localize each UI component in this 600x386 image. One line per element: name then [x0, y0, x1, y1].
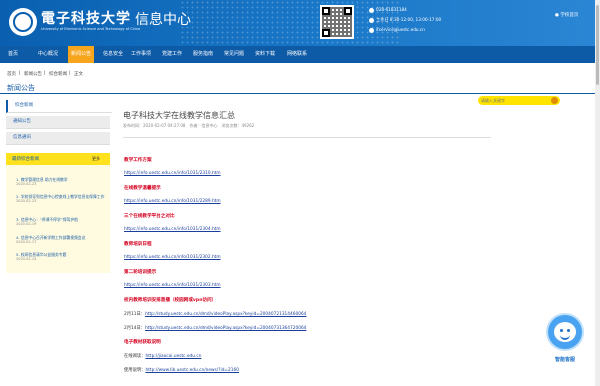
- contact-phone: 028-61831184: [369, 7, 407, 13]
- section-heading: 第二轮培训提示: [124, 270, 157, 275]
- schedule-row: 2月14日：http://study.uestc.edu.cn/dmd/vide…: [124, 326, 307, 331]
- schedule-row: 2月11日：http://study.uestc.edu.cn/dmd/vide…: [124, 312, 307, 317]
- article-divider: [123, 137, 491, 138]
- sidebar-tab-general-news[interactable]: 综合新闻: [6, 100, 112, 113]
- section-heading: 教师培训日程: [124, 242, 152, 247]
- breadcrumb: 首页 | 新闻公告 | 综合新闻 | 正文: [7, 71, 83, 77]
- nav-item-security[interactable]: 信息安全: [103, 46, 123, 63]
- article-link[interactable]: https://info.uestc.edu.cn/info/1031/2289…: [124, 199, 221, 204]
- section-heading: 在线教学温馨提示: [124, 186, 161, 191]
- nav-item-party[interactable]: 党建工作: [162, 46, 182, 63]
- university-logo-icon[interactable]: [9, 8, 37, 36]
- nav-item-contact[interactable]: 网络联系: [287, 46, 307, 63]
- smart-service-icon[interactable]: [545, 315, 585, 355]
- phone-icon: [369, 7, 374, 13]
- mail-icon: [369, 27, 374, 33]
- scrollbar[interactable]: [595, 0, 600, 386]
- breadcrumb-current: 正文: [74, 72, 83, 77]
- university-name: 電子科技大学: [41, 11, 131, 27]
- section-heading: 教学工作方案: [124, 158, 152, 163]
- title-divider: [0, 93, 600, 94]
- video-link[interactable]: http://study.uestc.edu.cn/dmd/videoPlay.…: [145, 326, 306, 331]
- article-link[interactable]: https://info.uestc.edu.cn/info/1031/2310…: [124, 171, 221, 176]
- page: 電子科技大学 University of Electronic Science …: [0, 0, 600, 386]
- contact-hours: 工作日 8:30-12:00, 13:00-17:00: [369, 17, 441, 23]
- nav-item-downloads[interactable]: 资料下载: [255, 46, 275, 63]
- section-heading: 三个在线教学平台之对比: [124, 214, 175, 219]
- clock-icon: [369, 17, 374, 23]
- login-link[interactable]: ● 学校首页: [555, 12, 578, 18]
- article-link[interactable]: https://info.uestc.edu.cn/info/1031/2304…: [124, 227, 221, 232]
- contact-email[interactable]: itservice@uestc.edu.cn: [369, 27, 425, 33]
- qr-code-icon: [320, 5, 354, 39]
- latest-news-title: 最新综合新闻: [12, 157, 39, 162]
- list-item[interactable]: 3. 信息中心：“停课不停学”保驾护航 2020-02-19: [16, 217, 108, 227]
- nav-item-about[interactable]: 中心概况: [38, 46, 58, 63]
- page-title: 新闻公告: [7, 84, 35, 92]
- nav-item-faq[interactable]: 常见问题: [224, 46, 244, 63]
- resource-link[interactable]: http://www.lib.uestc.edu.cn/news/?id=216…: [145, 368, 238, 373]
- section-heading: 校内教师培训安排直播（校园网或vpn访问）: [124, 298, 217, 303]
- search-box: [478, 96, 560, 105]
- list-item[interactable]: 4. 信息中心召开新学期工作部署视频会议 2020-02-17: [16, 235, 108, 245]
- site-name: 信息中心: [135, 12, 191, 28]
- resource-row: 在线阅读：http://jiaocai.uestc.edu.cn: [124, 354, 202, 359]
- list-item[interactable]: 1. 教学管理信息 助力在线教学 2020-02-23: [16, 177, 108, 187]
- sidebar-tab-notices[interactable]: 通知公告: [6, 116, 110, 129]
- video-link[interactable]: http://study.uestc.edu.cn/dmd/videoPlay.…: [145, 312, 306, 317]
- article-link[interactable]: https://info.uestc.edu.cn/info/1031/2303…: [124, 283, 221, 288]
- article-link[interactable]: https://info.uestc.edu.cn/info/1031/2302…: [124, 255, 221, 260]
- article-title: 电子科技大学在线教学信息汇总: [123, 111, 235, 120]
- main-nav: 首页 中心概况 新闻公告 信息安全 工作事项 党建工作 服务指南 常见问题 资料…: [0, 46, 600, 105]
- nav-item-work[interactable]: 工作事项: [131, 46, 151, 63]
- search-icon[interactable]: [551, 97, 558, 104]
- search-input[interactable]: [481, 96, 541, 105]
- banner-texture: [180, 0, 400, 46]
- latest-news-box: 最新综合新闻 更多 1. 教学管理信息 助力在线教学 2020-02-23 2. …: [6, 153, 110, 273]
- latest-news-header: 最新综合新闻 更多: [6, 153, 110, 165]
- resource-link[interactable]: http://jiaocai.uestc.edu.cn: [145, 354, 201, 359]
- breadcrumb-category[interactable]: 综合新闻: [49, 71, 67, 77]
- list-item[interactable]: 5. 校网信息清华公益服务专题 2020-02-14: [16, 252, 108, 262]
- scrollbar-thumb[interactable]: [596, 5, 599, 85]
- header-banner: 電子科技大学 University of Electronic Science …: [0, 0, 600, 46]
- user-icon: ●: [555, 13, 559, 18]
- university-name-en: University of Electronic Science and Tec…: [41, 27, 141, 31]
- article-meta: 发布时间：2020-02-07 04:27:08 作者：信息中心 浏览次数：49…: [123, 123, 255, 128]
- nav-item-news[interactable]: 新闻公告: [68, 46, 95, 63]
- breadcrumb-news[interactable]: 新闻公告: [24, 71, 42, 77]
- breadcrumb-home[interactable]: 首页: [7, 71, 16, 77]
- section-heading: 电子教材获取说明: [124, 340, 161, 345]
- resource-row: 使用说明：http://www.lib.uestc.edu.cn/news/?i…: [124, 368, 239, 373]
- more-link[interactable]: 更多: [92, 156, 100, 162]
- sidebar-tab-info-bulletin[interactable]: 信息通讯: [6, 132, 110, 145]
- nav-item-home[interactable]: 首页: [8, 46, 18, 63]
- list-item[interactable]: 2. 学校领导到信息中心检查线上教学信息化保障工作 2020-02-23: [16, 194, 108, 204]
- nav-item-guide[interactable]: 服务指南: [193, 46, 213, 63]
- smart-service-label[interactable]: 智能客服: [545, 356, 585, 363]
